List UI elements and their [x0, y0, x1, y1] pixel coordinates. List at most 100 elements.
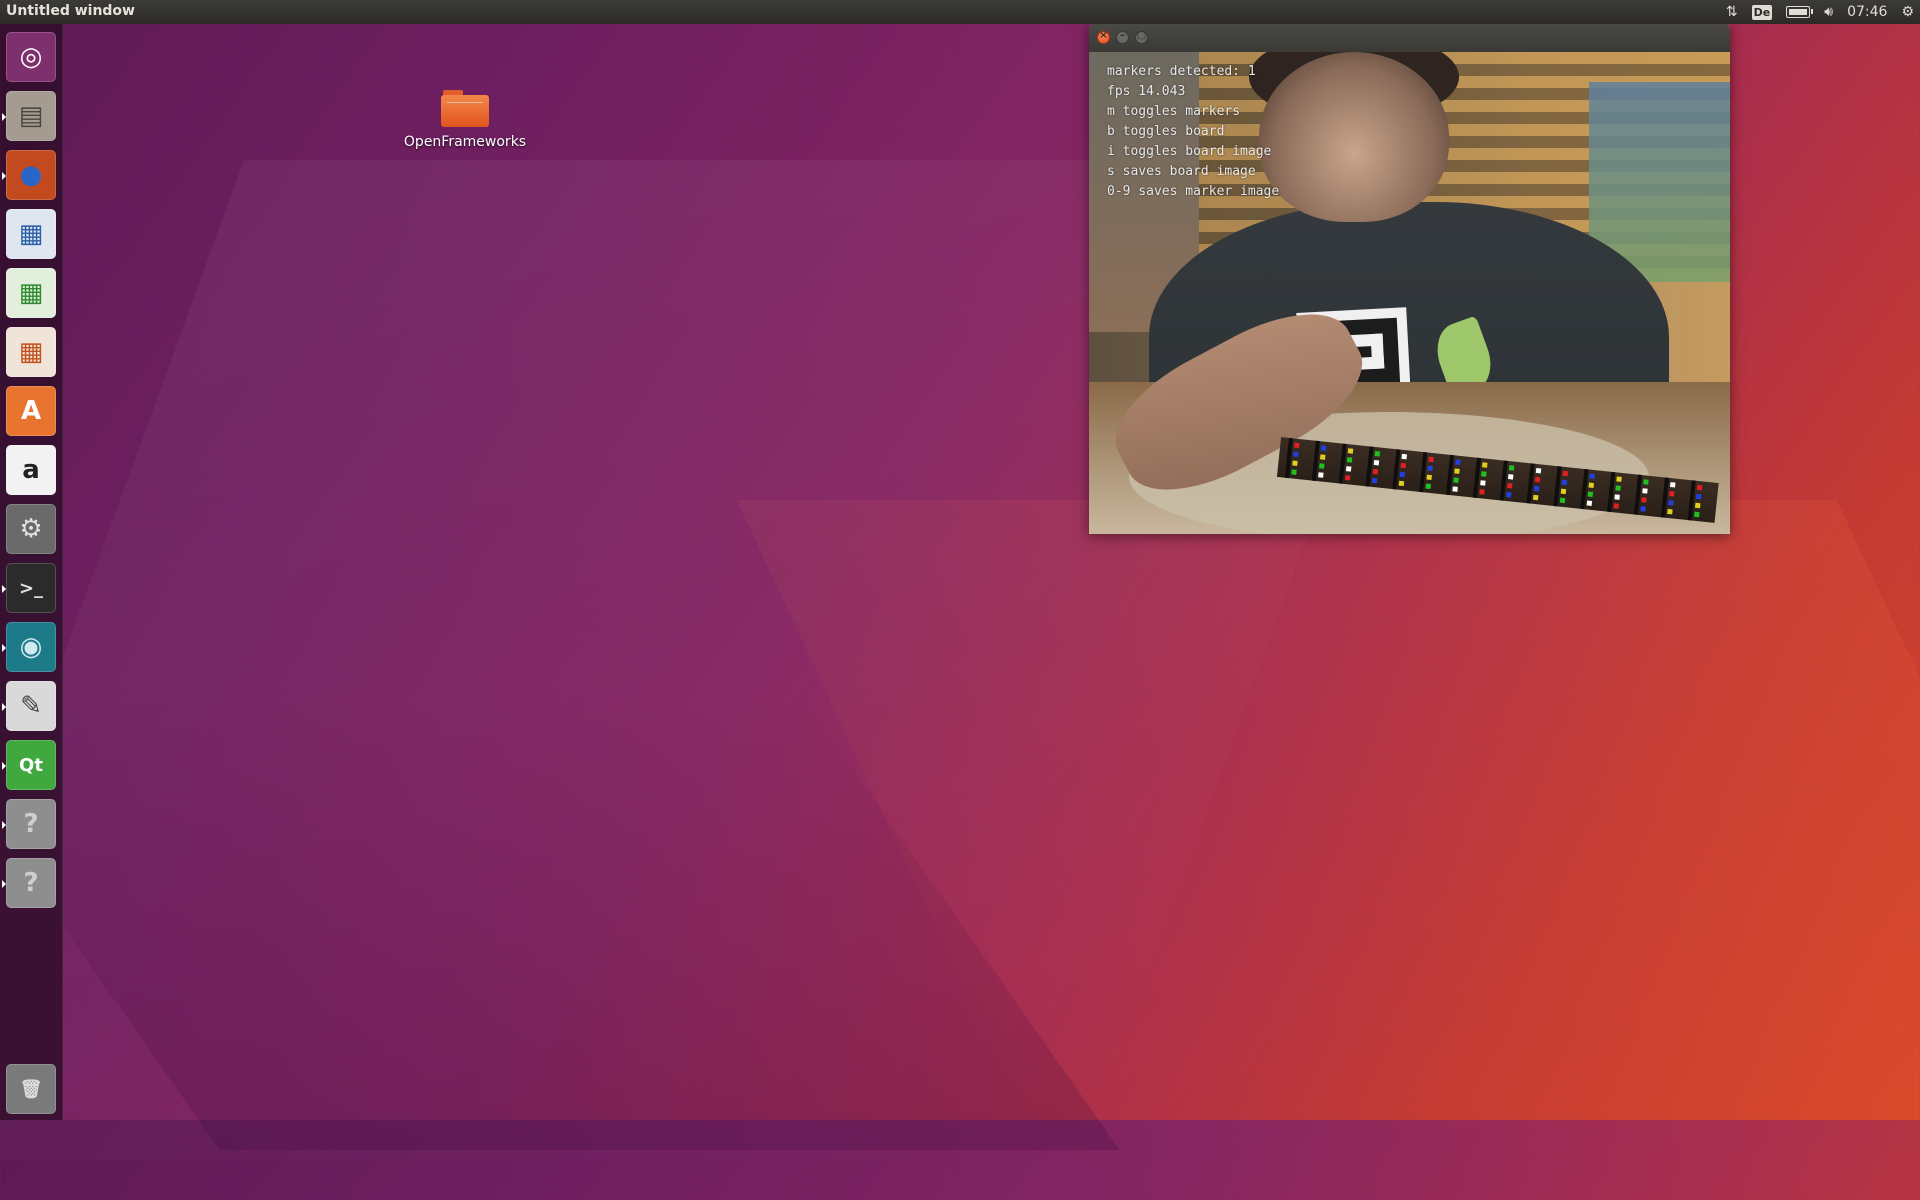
- launcher-item-unknown-app-2[interactable]: ?: [2, 858, 56, 908]
- fret-marker-dot: [1292, 460, 1298, 466]
- gitkraken-icon: ◉: [19, 632, 43, 662]
- fret-marker-dot: [1642, 488, 1648, 494]
- keyboard-layout-indicator[interactable]: De: [1751, 4, 1773, 20]
- fret-marker-dot: [1345, 466, 1352, 472]
- unknown-app-2-icon: ?: [23, 868, 39, 898]
- active-window-title: Untitled window: [6, 3, 135, 19]
- fret-marker-dot: [1506, 491, 1512, 498]
- fret-marker-dot: [1694, 502, 1701, 509]
- app-window[interactable]: × – □ markers detected: 1 fps 14.043 m tog…: [1089, 24, 1730, 534]
- fret-marker-dot: [1561, 479, 1568, 486]
- window-maximize-button[interactable]: □: [1135, 30, 1148, 44]
- running-indicator: [2, 644, 6, 652]
- fret-marker-dot: [1291, 469, 1297, 475]
- fret-marker-dot: [1344, 475, 1351, 481]
- fret-marker-dot: [1560, 488, 1567, 495]
- fret-marker-dot: [1613, 503, 1619, 509]
- fret-marker-dot: [1641, 497, 1647, 503]
- running-indicator: [2, 762, 6, 770]
- fret-marker-dot: [1320, 445, 1327, 451]
- launcher-item-ubuntu-software[interactable]: A: [6, 386, 56, 436]
- terminal-icon: >_: [18, 577, 44, 599]
- window-close-button[interactable]: ×: [1097, 30, 1110, 44]
- fret-marker-dot: [1293, 451, 1299, 457]
- desktop-folder-openframeworks[interactable]: OpenFrameworks: [400, 88, 530, 150]
- running-indicator: [2, 703, 6, 711]
- launcher-item-libreoffice-impress[interactable]: ▦: [6, 327, 56, 377]
- desktop-folder-label: OpenFrameworks: [403, 134, 527, 150]
- fret-marker-dot: [1480, 480, 1486, 486]
- camera-feed[interactable]: markers detected: 1 fps 14.043 m toggles m…: [1089, 52, 1730, 534]
- launcher-item-system-settings[interactable]: ⚙: [6, 504, 56, 554]
- launcher-item-amazon[interactable]: a: [6, 445, 56, 495]
- launcher-item-gitkraken[interactable]: ◉: [2, 622, 56, 672]
- overlay-line: markers detected: 1: [1107, 64, 1256, 79]
- launcher-item-firefox[interactable]: ●: [2, 150, 56, 200]
- fret-marker-dot: [1347, 448, 1354, 454]
- fret-marker-dot: [1532, 494, 1539, 501]
- fret-marker-dot: [1668, 499, 1674, 506]
- launcher-item-qt-creator[interactable]: Qt: [2, 740, 56, 790]
- fret-marker-dot: [1481, 471, 1487, 477]
- launcher-item-trash[interactable]: 🗑: [6, 1064, 56, 1114]
- volume-icon[interactable]: 🔊︎: [1824, 4, 1833, 20]
- session-gear-icon[interactable]: ⚙: [1901, 4, 1914, 20]
- fret-marker-dot: [1615, 485, 1621, 491]
- running-indicator: [2, 880, 6, 888]
- fret-marker-dot: [1455, 459, 1461, 465]
- fret-marker-dot: [1614, 494, 1620, 500]
- fret-marker-dot: [1426, 474, 1432, 481]
- window-titlebar[interactable]: × – □: [1089, 24, 1730, 52]
- fret-marker-dot: [1589, 473, 1595, 480]
- overlay-line: b toggles board: [1107, 124, 1225, 139]
- top-panel: Untitled window ⇅ De 🔊︎ 07:46 ⚙: [0, 0, 1920, 24]
- clock[interactable]: 07:46: [1847, 4, 1887, 20]
- running-indicator: [2, 113, 6, 121]
- fret-marker-dot: [1374, 451, 1381, 457]
- fret-marker-dot: [1587, 491, 1594, 497]
- fret-marker-dot: [1479, 489, 1485, 495]
- fret-marker-dot: [1696, 484, 1703, 491]
- overlay-line: 0-9 saves marker image: [1107, 184, 1280, 199]
- fret-marker-dot: [1428, 456, 1434, 463]
- fret-marker-dot: [1399, 471, 1406, 478]
- fret-marker-dot: [1559, 497, 1566, 504]
- fret-marker-dot: [1694, 511, 1700, 518]
- fret-marker-dot: [1398, 480, 1405, 487]
- fret-marker-dot: [1294, 442, 1300, 449]
- launcher-item-text-editor[interactable]: ✎: [2, 681, 56, 731]
- launcher-item-libreoffice-calc[interactable]: ▦: [6, 268, 56, 318]
- libreoffice-calc-icon: ▦: [18, 278, 44, 308]
- launcher: ◎ ▤ ● ▦ ▦ ▦ Aa ⚙ >_ ◉ ✎ Qt?? 🗑: [0, 24, 63, 1120]
- fret-marker-dot: [1588, 482, 1595, 489]
- fret-marker-dot: [1695, 493, 1702, 500]
- amazon-icon: a: [22, 455, 40, 485]
- fret-marker-dot: [1452, 486, 1458, 492]
- overlay-line: s saves board image: [1107, 164, 1256, 179]
- ubuntu-software-icon: A: [20, 396, 42, 426]
- launcher-item-terminal[interactable]: >_: [2, 563, 56, 613]
- launcher-item-ubuntu-dash[interactable]: ◎: [6, 32, 56, 82]
- fret-marker-dot: [1534, 476, 1541, 483]
- fret-marker-dot: [1535, 467, 1542, 474]
- fret-marker-dot: [1669, 491, 1675, 497]
- text-editor-icon: ✎: [20, 691, 42, 721]
- battery-icon[interactable]: [1786, 6, 1814, 18]
- fret-marker-dot: [1670, 482, 1676, 488]
- launcher-item-unknown-app-1[interactable]: ?: [2, 799, 56, 849]
- files-icon: ▤: [18, 101, 44, 131]
- fret-marker-dot: [1586, 500, 1593, 506]
- fret-marker-dot: [1667, 508, 1673, 515]
- fret-marker-dot: [1453, 477, 1459, 483]
- running-indicator: [2, 172, 6, 180]
- fret-marker-dot: [1533, 485, 1540, 492]
- launcher-item-libreoffice-writer[interactable]: ▦: [6, 209, 56, 259]
- trash-icon: 🗑: [19, 1078, 43, 1100]
- launcher-item-files[interactable]: ▤: [2, 91, 56, 141]
- system-settings-icon: ⚙: [19, 514, 43, 544]
- network-icon[interactable]: ⇅: [1726, 4, 1738, 20]
- fret-marker-dot: [1508, 465, 1515, 471]
- ubuntu-dash-icon: ◎: [19, 42, 43, 72]
- window-minimize-button[interactable]: –: [1116, 30, 1129, 44]
- fret-marker-dot: [1562, 470, 1569, 477]
